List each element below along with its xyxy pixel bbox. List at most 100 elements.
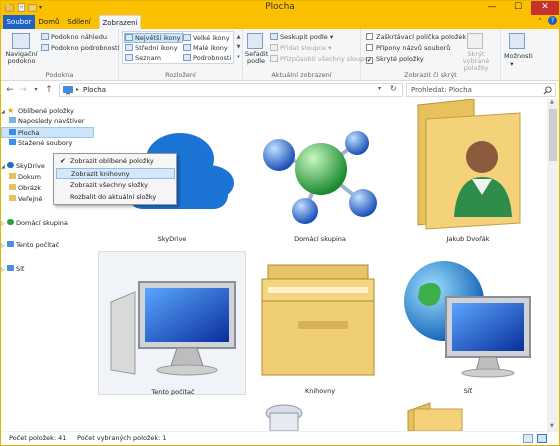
list-icon	[125, 54, 133, 61]
window-title: Plocha	[265, 2, 295, 12]
nav-this-pc[interactable]: ▷ Tento počítač	[1, 240, 94, 251]
context-menu: ✔ Zobrazit oblíbené položky Zobrazit knih…	[53, 153, 177, 205]
vertical-scrollbar[interactable]: ▲ ▼	[547, 99, 559, 431]
selected-count: Počet vybraných položek: 1	[77, 434, 167, 442]
file-item[interactable]: Domácí skupina	[246, 99, 394, 243]
scrollbar-thumb[interactable]	[549, 109, 557, 161]
details-pane-label: Podokno podrobností	[51, 44, 120, 52]
fit-columns-icon	[270, 55, 278, 62]
navigation-pane-button[interactable]: Navigační podokno	[5, 51, 38, 65]
group-by-button[interactable]: Seskupit podle ▾	[270, 33, 333, 41]
layout-extra-large-icons[interactable]: Největší ikony	[124, 33, 183, 43]
large-icons-view-icon[interactable]	[537, 434, 547, 443]
fit-columns-label: Přizpůsobit všechny sloupce	[280, 55, 372, 63]
tab-view[interactable]: Zobrazení	[99, 15, 141, 29]
address-dropdown-icon[interactable]: ▾	[378, 85, 381, 92]
checkbox-icon	[366, 44, 373, 51]
recent-locations-icon[interactable]: ▾	[30, 83, 42, 97]
folder-icon[interactable]	[404, 401, 464, 431]
navigation-pane: ◢ ★ Oblíbené položky Naposledy navštíver P…	[1, 99, 94, 431]
add-columns-button[interactable]: Přidat sloupce ▾	[270, 44, 331, 52]
extra-large-icons-icon	[125, 34, 133, 41]
menu-item-show-all-folders[interactable]: Zobrazit všechny složky	[56, 180, 175, 191]
up-arrow-icon[interactable]: ↑	[43, 83, 55, 97]
menu-item-label: Zobrazit všechny složky	[70, 181, 148, 189]
ribbon-group-label: Rozložení	[165, 71, 196, 79]
tab-share[interactable]: Sdílení	[63, 15, 95, 29]
user-folder-icon	[417, 99, 521, 230]
recycle-bin-icon[interactable]	[264, 403, 304, 431]
libraries-icon	[261, 264, 375, 376]
layout-scroll-icon[interactable]: ▲ ▼ ▾	[235, 32, 242, 64]
ribbon-tabs: Soubor Domů Sdílení Zobrazení ⌃ ?	[1, 15, 559, 29]
item-label: Síť	[463, 387, 473, 395]
address-path[interactable]: Plocha	[83, 86, 106, 94]
checkbox-icon	[366, 33, 373, 40]
tab-file[interactable]: Soubor	[3, 15, 35, 29]
layout-label: Seznam	[135, 54, 161, 62]
checkmark-icon: ✔	[60, 157, 66, 165]
nav-homegroup[interactable]: ▷ Domácí skupina	[1, 218, 94, 229]
layout-large-icons[interactable]: Velké ikony	[183, 34, 230, 42]
add-columns-icon	[270, 44, 278, 51]
layout-small-icons[interactable]: Malé ikony	[183, 44, 228, 52]
refresh-icon[interactable]: ↻	[390, 84, 397, 93]
scroll-up-icon[interactable]: ▲	[550, 99, 554, 105]
search-icon[interactable]	[543, 86, 552, 95]
nav-downloads[interactable]: Stažené soubory	[1, 138, 94, 149]
ribbon-group-panes: Navigační podokno Podokno náhledu Podokn…	[1, 29, 119, 81]
nav-label: Oblíbené položky	[18, 107, 74, 115]
maximize-button[interactable]: ☐	[505, 1, 531, 15]
file-item[interactable]: Síť	[394, 251, 542, 395]
options-button[interactable]: Možnosti ▾	[504, 52, 533, 68]
ribbon: Navigační podokno Podokno náhledu Podokn…	[1, 29, 559, 81]
layout-details[interactable]: Podrobnosti	[183, 54, 231, 62]
ribbon-group-show-hide: Zaškrtávací políčka položek Přípony názv…	[361, 29, 501, 81]
homegroup-icon	[7, 219, 14, 225]
menu-item-label: Rozbalit do aktuální složky	[70, 193, 157, 201]
network-icon	[404, 261, 531, 378]
hide-selected-button[interactable]: Skrýt vybrané položky	[455, 51, 497, 72]
scroll-down-icon[interactable]: ▼	[550, 423, 554, 429]
address-bar[interactable]: ▸ Plocha ▾ ↻	[59, 83, 403, 97]
forward-arrow-icon[interactable]: →	[17, 83, 29, 97]
menu-item-expand-to-folder[interactable]: Rozbalit do aktuální složky	[56, 192, 175, 203]
layout-list[interactable]: Seznam	[125, 54, 161, 62]
hidden-items-toggle[interactable]: ✔ Skryté položky	[366, 55, 424, 64]
search-box[interactable]: Prohledat: Plocha	[406, 83, 556, 97]
item-label: Tento počítač	[151, 388, 195, 396]
sort-by-button[interactable]: Seřadit podle	[245, 51, 268, 65]
group-by-label: Seskupit podle	[280, 33, 328, 41]
close-button[interactable]: ✕	[531, 1, 559, 15]
file-extensions-toggle[interactable]: Přípony názvů souborů	[366, 44, 450, 52]
file-item[interactable]: Jakub Dvořák	[394, 99, 542, 243]
layout-medium-icons[interactable]: Střední ikony	[125, 44, 178, 52]
menu-item-label: Zobrazit oblíbené položky	[70, 157, 154, 165]
preview-pane-button[interactable]: Podokno náhledu	[41, 33, 107, 41]
file-item[interactable]: Knihovny	[246, 251, 394, 395]
layout-label: Malé ikony	[193, 44, 228, 52]
ribbon-group-current-view: Seřadit podle Seskupit podle ▾ Přidat sl…	[243, 29, 372, 81]
desktop-icon	[9, 129, 16, 135]
file-item[interactable]: Tento počítač	[98, 251, 246, 396]
details-pane-button[interactable]: Podokno podrobností	[41, 44, 119, 52]
menu-item-show-favorites[interactable]: ✔ Zobrazit oblíbené položky	[56, 156, 175, 167]
hide-selected-icon	[467, 33, 483, 49]
tab-home[interactable]: Domů	[37, 15, 61, 29]
layout-gallery: Největší ikony Velké ikony Střední ikony…	[122, 31, 234, 64]
details-view-icon[interactable]	[523, 434, 533, 443]
minimize-button[interactable]: —	[479, 1, 505, 15]
help-icon[interactable]: ?	[548, 16, 557, 25]
nav-favorites[interactable]: ◢ ★ Oblíbené položky	[1, 105, 94, 116]
back-arrow-icon[interactable]: ←	[4, 83, 16, 97]
fit-columns-button[interactable]: Přizpůsobit všechny sloupce	[270, 55, 372, 63]
title-bar: ▾ Plocha — ☐ ✕	[1, 1, 559, 15]
nav-desktop[interactable]: Plocha	[1, 127, 94, 138]
nav-recent-places[interactable]: Naposledy navštíver	[1, 116, 94, 127]
ribbon-collapse-icon[interactable]: ⌃	[537, 17, 543, 25]
nav-network[interactable]: ▷ Síť	[1, 264, 94, 275]
ribbon-group-label: Podokna	[45, 71, 74, 79]
item-checkboxes-toggle[interactable]: Zaškrtávací políčka položek	[366, 33, 466, 41]
sort-by-icon	[247, 33, 263, 49]
menu-item-show-libraries[interactable]: Zobrazit knihovny	[56, 168, 175, 179]
